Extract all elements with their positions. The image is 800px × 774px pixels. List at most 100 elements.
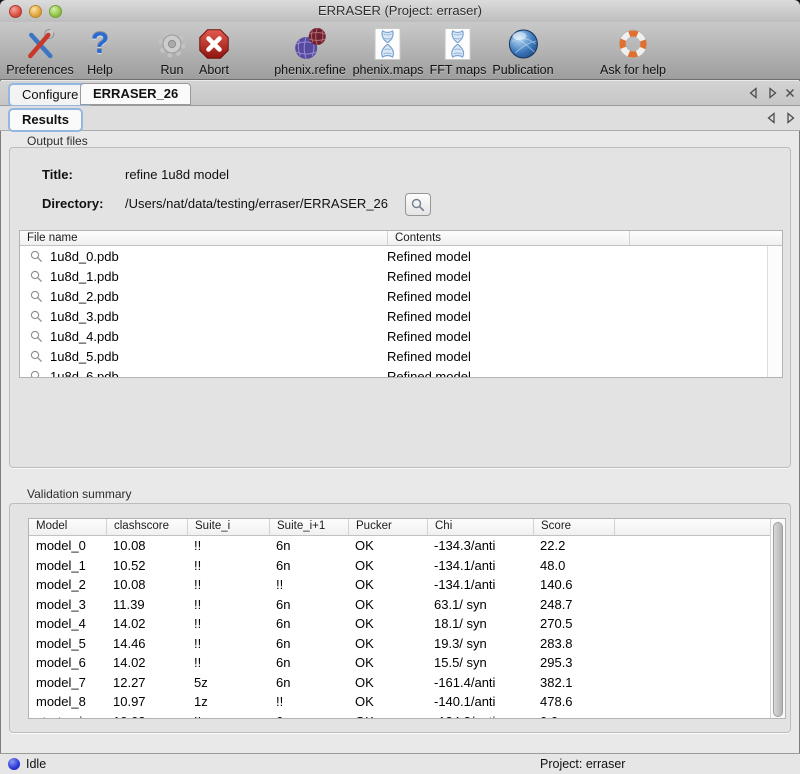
table-row[interactable]: model_8 10.97 1z !! OK -140.1/anti 478.6: [29, 692, 770, 712]
file-contents-cell: Refined model: [387, 309, 471, 324]
validation-groupbox: Model clashscore Suite_i Suite_i+1 Pucke…: [9, 503, 791, 733]
file-contents-cell: Refined model: [387, 329, 471, 344]
toolbar-label: Help: [87, 63, 113, 77]
toolbar-button-publication[interactable]: Publication: [492, 26, 553, 77]
toolbar-button-phenix-maps[interactable]: phenix.maps: [353, 26, 424, 77]
main-tab-bar: Configure ERRASER_26: [0, 81, 800, 106]
table-row[interactable]: model_6 14.02 !! 6n OK 15.5/ syn 295.3: [29, 653, 770, 673]
file-contents-cell: Refined model: [387, 269, 471, 284]
fft-maps-icon: [445, 26, 471, 62]
clashscore-cell: 14.02: [106, 616, 187, 631]
toolbar-button-preferences[interactable]: Preferences: [6, 26, 73, 77]
status-text: Idle: [26, 757, 46, 771]
chi-cell: 63.1/ syn: [427, 597, 533, 612]
validation-section-label: Validation summary: [27, 487, 131, 501]
suite-i-cell: !!: [187, 577, 269, 592]
score-cell: 248.7: [533, 597, 614, 612]
chi-cell: -140.1/anti: [427, 694, 533, 709]
clashscore-cell: 10.08: [106, 538, 187, 553]
column-header-suite-i[interactable]: Suite_i: [187, 519, 269, 535]
model-cell: model_6: [29, 655, 106, 670]
phenix-maps-icon: [375, 26, 401, 62]
column-header-model[interactable]: Model: [29, 519, 106, 535]
table-row[interactable]: start_min 10.08 !! 6n OK -134.3/anti 0.0: [29, 712, 770, 720]
suite-i1-cell: 6n: [269, 597, 348, 612]
tab-close-icon[interactable]: [783, 86, 797, 100]
subtab-scroll-right-icon[interactable]: [783, 111, 797, 125]
validation-table: Model clashscore Suite_i Suite_i+1 Pucke…: [28, 518, 786, 719]
output-files-groupbox: Title: refine 1u8d model Directory: /Use…: [9, 147, 791, 468]
pucker-cell: OK: [348, 655, 427, 670]
toolbar-label: Abort: [199, 63, 229, 77]
score-cell: 270.5: [533, 616, 614, 631]
browse-directory-button[interactable]: [405, 193, 431, 216]
column-header-chi[interactable]: Chi: [427, 519, 533, 535]
column-header-pucker[interactable]: Pucker: [348, 519, 427, 535]
subtab-scroll-left-icon[interactable]: [765, 111, 779, 125]
search-icon: [20, 370, 50, 379]
table-row[interactable]: model_5 14.46 !! 6n OK 19.3/ syn 283.8: [29, 634, 770, 654]
toolbar-button-ask-for-help[interactable]: Ask for help: [600, 26, 666, 77]
pucker-cell: OK: [348, 675, 427, 690]
directory-value: /Users/nat/data/testing/erraser/ERRASER_…: [125, 196, 388, 211]
directory-label: Directory:: [42, 196, 103, 211]
suite-i-cell: !!: [187, 616, 269, 631]
title-label: Title:: [42, 167, 73, 182]
column-header-suite-i1[interactable]: Suite_i+1: [269, 519, 348, 535]
clashscore-cell: 12.27: [106, 675, 187, 690]
table-row[interactable]: model_3 11.39 !! 6n OK 63.1/ syn 248.7: [29, 595, 770, 615]
search-icon: [20, 330, 50, 343]
table-row[interactable]: 1u8d_6.pdb Refined model: [20, 366, 782, 378]
score-cell: 0.0: [533, 714, 614, 719]
table-row[interactable]: 1u8d_0.pdb Refined model: [20, 246, 782, 266]
score-cell: 48.0: [533, 558, 614, 573]
scrollbar-thumb[interactable]: [773, 522, 783, 717]
table-row[interactable]: model_4 14.02 !! 6n OK 18.1/ syn 270.5: [29, 614, 770, 634]
column-header-file-name[interactable]: File name: [20, 231, 387, 245]
table-row[interactable]: 1u8d_2.pdb Refined model: [20, 286, 782, 306]
column-header-blank[interactable]: [614, 519, 770, 535]
toolbar-button-phenix-refine[interactable]: phenix.refine: [274, 26, 346, 77]
toolbar-button-abort[interactable]: Abort: [198, 26, 230, 77]
table-row[interactable]: model_1 10.52 !! 6n OK -134.1/anti 48.0: [29, 556, 770, 576]
pucker-cell: OK: [348, 577, 427, 592]
suite-i-cell: !!: [187, 558, 269, 573]
output-files-table: File name Contents 1u8d_0.pdb Refined mo…: [19, 230, 783, 378]
column-header-clashscore[interactable]: clashscore: [106, 519, 187, 535]
chi-cell: 15.5/ syn: [427, 655, 533, 670]
tab-results[interactable]: Results: [8, 108, 83, 132]
suite-i-cell: !!: [187, 538, 269, 553]
model-cell: model_7: [29, 675, 106, 690]
search-icon: [20, 290, 50, 303]
column-header-score[interactable]: Score: [533, 519, 614, 535]
toolbar-button-run[interactable]: Run: [156, 26, 188, 77]
table-row[interactable]: 1u8d_1.pdb Refined model: [20, 266, 782, 286]
suite-i-cell: !!: [187, 655, 269, 670]
table-row[interactable]: 1u8d_4.pdb Refined model: [20, 326, 782, 346]
column-header-blank[interactable]: [629, 231, 782, 245]
tab-scroll-left-icon[interactable]: [747, 86, 761, 100]
table-row[interactable]: 1u8d_3.pdb Refined model: [20, 306, 782, 326]
file-name-cell: 1u8d_4.pdb: [50, 329, 387, 344]
toolbar-button-help[interactable]: Help: [87, 26, 113, 77]
clashscore-cell: 10.52: [106, 558, 187, 573]
file-table-scrollbar[interactable]: [767, 246, 782, 377]
table-row[interactable]: model_7 12.27 5z 6n OK -161.4/anti 382.1: [29, 673, 770, 693]
model-cell: model_5: [29, 636, 106, 651]
validation-table-scrollbar[interactable]: [770, 519, 785, 718]
table-row[interactable]: model_0 10.08 !! 6n OK -134.3/anti 22.2: [29, 536, 770, 556]
column-header-contents[interactable]: Contents: [387, 231, 629, 245]
suite-i1-cell: 6n: [269, 558, 348, 573]
project-text: Project: erraser: [540, 757, 625, 771]
clashscore-cell: 10.08: [106, 577, 187, 592]
model-cell: model_2: [29, 577, 106, 592]
table-row[interactable]: model_2 10.08 !! !! OK -134.1/anti 140.6: [29, 575, 770, 595]
statusbar: Idle Project: erraser: [0, 753, 800, 774]
table-row[interactable]: 1u8d_5.pdb Refined model: [20, 346, 782, 366]
clashscore-cell: 10.08: [106, 714, 187, 719]
file-contents-cell: Refined model: [387, 349, 471, 364]
toolbar-label: Run: [161, 63, 184, 77]
tab-scroll-right-icon[interactable]: [765, 86, 779, 100]
toolbar-button-fft-maps[interactable]: FFT maps: [430, 26, 487, 77]
tab-erraser-26[interactable]: ERRASER_26: [80, 83, 191, 105]
